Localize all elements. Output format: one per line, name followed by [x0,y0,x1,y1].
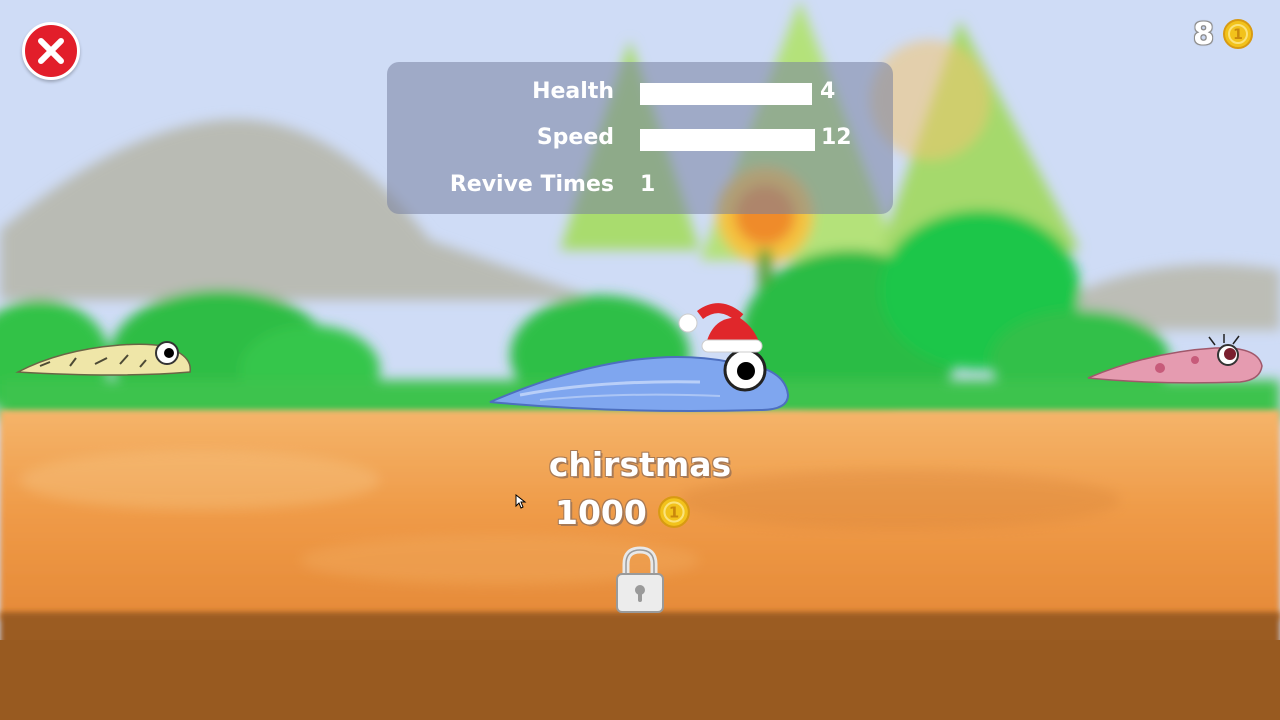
stat-label-revive-times: Revive Times [449,172,614,197]
coin-balance: 8 1 [1193,16,1254,52]
skin-price: 1000 1 [555,490,691,534]
svg-text:1: 1 [1233,27,1243,43]
stat-value-speed: 12 [821,125,852,150]
stat-row-revive-times: Revive Times 1 [387,170,893,200]
stat-value-health: 4 [820,79,836,104]
padlock-icon [616,546,664,613]
close-icon [38,38,64,64]
health-bar [640,83,812,105]
coin-count: 8 [1193,16,1214,52]
coin-icon: 1 [1223,19,1253,49]
close-button[interactable] [22,22,80,80]
mouse-cursor [515,494,527,509]
speed-bar [640,129,815,151]
skin-name: chirstmas [548,445,732,484]
stat-row-speed: Speed 12 [387,123,893,153]
price-value: 1000 [555,492,647,532]
svg-text:1: 1 [669,503,679,521]
stat-value-revive-times: 1 [640,172,656,197]
stat-label-speed: Speed [536,125,614,150]
coin-icon: 1 [657,496,690,528]
stat-row-health: Health 4 [387,77,893,107]
stats-panel: Health 4 Speed 12 Revive Times 1 [387,62,893,214]
stat-label-health: Health [532,79,614,104]
unlock-button[interactable] [614,546,666,616]
